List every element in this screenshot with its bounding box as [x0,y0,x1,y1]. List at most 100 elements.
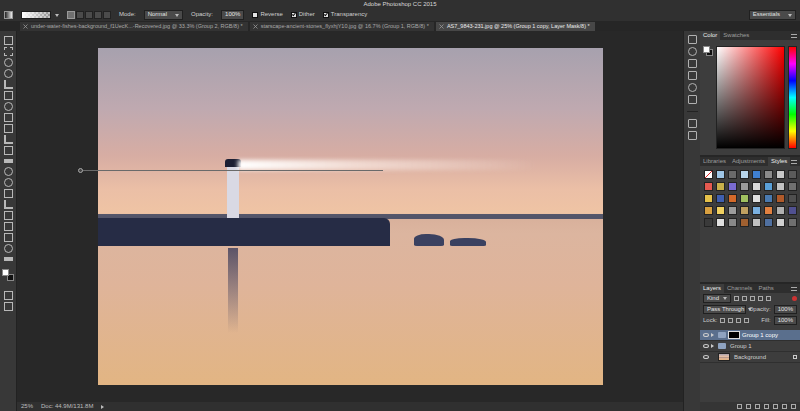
clone-stamp-tool-icon[interactable] [4,124,13,133]
close-icon[interactable] [253,24,258,29]
gradient-tool-icon[interactable] [4,159,13,163]
close-icon[interactable] [439,24,444,29]
dropdown-caret-icon[interactable] [55,14,59,17]
mode-dropdown[interactable]: Normal [144,10,183,19]
eyedropper-tool-icon[interactable] [4,91,13,100]
pen-tool-icon[interactable] [4,189,13,198]
gradient-picker[interactable] [21,11,59,19]
rectangle-tool-icon[interactable] [4,222,13,231]
style-preset-icon[interactable] [764,218,773,227]
style-preset-icon[interactable] [776,170,785,179]
actions-panel-icon[interactable] [688,95,697,104]
adjustment-icon[interactable] [764,404,769,409]
style-preset-icon[interactable] [740,218,749,227]
checkbox-label[interactable]: Reverse [260,11,282,18]
style-preset-icon[interactable] [752,170,761,179]
option-checkbox[interactable]: Dither [291,11,315,18]
glyphs-panel-icon[interactable] [688,119,697,128]
move-tool-icon[interactable] [4,36,13,45]
lock-transparency-icon[interactable] [720,318,725,323]
color-picker[interactable] [700,40,800,155]
style-preset-icon[interactable] [728,218,737,227]
layer-row[interactable]: Group 1 copy [700,330,800,341]
style-preset-icon[interactable] [704,170,713,179]
history-brush-tool-icon[interactable] [4,135,13,144]
zoom-level[interactable]: 25% [21,403,33,410]
style-preset-icon[interactable] [752,194,761,203]
checkbox-box[interactable] [252,12,258,18]
style-preset-icon[interactable] [752,218,761,227]
document-tab[interactable]: under-water-fishes-background_f1UecK...-… [20,22,248,31]
gradient-type-button[interactable] [85,11,93,19]
style-preset-icon[interactable] [740,170,749,179]
style-preset-icon[interactable] [704,194,713,203]
color-swatches[interactable] [2,269,14,281]
gradient-preview-icon[interactable] [21,11,51,19]
eye-icon[interactable] [703,333,709,337]
lock-all-icon[interactable] [744,318,749,323]
style-preset-icon[interactable] [740,206,749,215]
status-menu-arrow-icon[interactable] [101,405,104,409]
eye-icon[interactable] [703,355,709,359]
document-tab-label[interactable]: AS7_9843-231.jpg @ 25% (Group 1 copy, La… [447,23,590,30]
style-preset-icon[interactable] [776,194,785,203]
history-panel-icon[interactable] [688,35,697,44]
quick-selection-tool-icon[interactable] [4,69,13,78]
trash-icon[interactable] [791,404,796,409]
style-preset-icon[interactable] [788,194,797,203]
filter-toggle-icon[interactable] [792,296,797,301]
checkbox-label[interactable]: Transparency [331,11,367,18]
crop-tool-icon[interactable] [4,80,13,89]
style-preset-icon[interactable] [740,194,749,203]
paragraph-panel-icon[interactable] [688,71,697,80]
checkbox-box[interactable] [291,12,297,18]
document-tab[interactable]: starscape-ancient-stones_flyxhjY10.jpg @… [250,22,434,31]
option-checkbox[interactable]: Reverse [252,11,282,18]
style-preset-icon[interactable] [752,206,761,215]
style-preset-icon[interactable] [716,206,725,215]
panel-tab[interactable]: Swatches [720,31,752,40]
panel-menu-icon[interactable] [791,160,797,164]
link-icon[interactable] [737,404,742,409]
dodge-tool-icon[interactable] [4,178,13,187]
checkbox-label[interactable]: Dither [299,11,315,18]
marquee-tool-icon[interactable] [4,47,13,56]
type-filter-icon[interactable] [750,296,755,301]
style-preset-icon[interactable] [776,182,785,191]
gradient-type-button[interactable] [94,11,102,19]
properties-panel-icon[interactable] [688,47,697,56]
style-preset-icon[interactable] [716,218,725,227]
brushes-panel-icon[interactable] [688,83,697,92]
mask-icon[interactable] [755,404,760,409]
adjustment-filter-icon[interactable] [742,296,747,301]
style-preset-icon[interactable] [788,170,797,179]
color-swatches[interactable] [703,46,713,56]
style-preset-icon[interactable] [752,182,761,191]
quick-mask-icon[interactable] [4,291,13,300]
style-preset-icon[interactable] [788,218,797,227]
screen-mode-icon[interactable] [4,302,13,311]
style-preset-icon[interactable] [764,170,773,179]
canvas-area[interactable] [17,31,683,402]
brush-tool-icon[interactable] [4,113,13,122]
panel-tab[interactable]: Adjustments [729,157,768,166]
hand-tool-icon[interactable] [4,233,13,242]
zoom-tool-icon[interactable] [4,244,13,253]
filter-kind-dropdown[interactable]: Kind [703,294,731,303]
style-preset-icon[interactable] [764,194,773,203]
character-panel-icon[interactable] [688,59,697,68]
healing-brush-tool-icon[interactable] [4,102,13,111]
style-preset-icon[interactable] [728,206,737,215]
expand-triangle-icon[interactable] [711,344,714,348]
layer-row[interactable]: Group 1 [700,341,800,352]
color-field[interactable] [716,46,785,149]
info-panel-icon[interactable] [688,131,697,140]
style-preset-icon[interactable] [728,182,737,191]
panel-tab[interactable]: Paths [755,284,776,293]
checkbox-box[interactable] [323,12,329,18]
panel-tab[interactable]: Styles [768,157,790,166]
style-preset-icon[interactable] [728,194,737,203]
style-preset-icon[interactable] [776,206,785,215]
style-preset-icon[interactable] [716,182,725,191]
panel-tab[interactable]: Channels [724,284,755,293]
